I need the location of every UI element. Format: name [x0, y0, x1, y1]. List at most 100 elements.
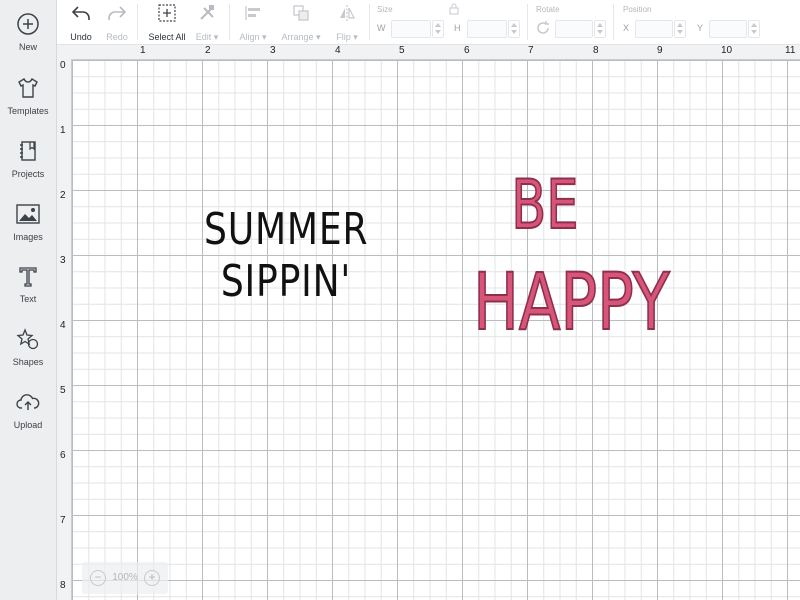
sidebar-item-projects[interactable]: Projects: [0, 139, 56, 195]
ruler-number: 1: [60, 125, 66, 136]
select-all-icon: [145, 4, 189, 30]
sidebar-item-label: Upload: [13, 420, 43, 430]
zoom-in-button[interactable]: +: [144, 570, 160, 586]
rotate-icon: [535, 20, 551, 41]
text-line: SUMMER: [204, 204, 369, 255]
ruler-number: 8: [60, 580, 66, 591]
position-x-field[interactable]: [635, 20, 673, 38]
ruler-number: 6: [60, 450, 66, 461]
height-stepper[interactable]: [508, 20, 520, 38]
width-field[interactable]: [391, 20, 431, 38]
arrange-icon: [275, 4, 327, 30]
flip-icon: [329, 4, 365, 30]
tshirt-icon: [0, 76, 56, 104]
redo-button[interactable]: Redo: [97, 0, 137, 44]
ruler-number: 7: [528, 45, 534, 56]
ruler-number: 4: [60, 320, 66, 331]
ruler-number: 8: [593, 45, 599, 56]
ruler-number: 0: [60, 60, 66, 71]
redo-icon: [97, 4, 137, 30]
position-x-stepper[interactable]: [674, 20, 686, 38]
edit-label: Edit ▾: [195, 32, 219, 42]
toolbar-divider: [137, 4, 138, 40]
toolbar-divider: [613, 4, 614, 40]
notebook-icon: [0, 139, 56, 167]
y-label: Y: [697, 23, 704, 33]
rotate-field[interactable]: [555, 20, 593, 38]
ruler-number: 1: [140, 45, 146, 56]
sidebar-item-images[interactable]: Images: [0, 202, 56, 258]
position-y-stepper[interactable]: [748, 20, 760, 38]
rotate-stepper[interactable]: [594, 20, 606, 38]
sidebar-item-label: New: [18, 42, 37, 52]
text-line: SIPPIN': [220, 256, 352, 307]
ruler-number: 3: [270, 45, 276, 56]
design-canvas-grid[interactable]: [72, 60, 800, 600]
zoom-level: 100%: [112, 572, 138, 583]
arrange-dropdown[interactable]: Arrange ▾: [275, 0, 327, 44]
edit-tools-icon: [189, 4, 225, 30]
toolbar-divider: [527, 4, 528, 40]
x-label: X: [623, 23, 630, 33]
sidebar-item-label: Shapes: [12, 357, 44, 367]
ruler-number: 7: [60, 515, 66, 526]
ruler-number: 2: [205, 45, 211, 56]
edit-dropdown[interactable]: Edit ▾: [189, 0, 225, 44]
undo-icon: [61, 4, 101, 30]
cloud-upload-icon: [0, 390, 56, 418]
toolbar-divider: [369, 4, 370, 40]
sidebar-item-text[interactable]: Text: [0, 264, 56, 320]
size-group-label: Size: [377, 5, 393, 14]
toolbar-divider: [229, 4, 230, 40]
flip-dropdown[interactable]: Flip ▾: [329, 0, 365, 44]
zoom-out-button[interactable]: −: [90, 570, 106, 586]
sidebar-item-label: Images: [13, 232, 43, 242]
sidebar-item-label: Text: [19, 294, 37, 304]
ruler-number: 10: [721, 45, 733, 56]
align-dropdown[interactable]: Align ▾: [233, 0, 273, 44]
ruler-number: 6: [464, 45, 470, 56]
lock-icon[interactable]: [448, 2, 460, 20]
select-all-label: Select All: [148, 32, 186, 42]
ruler-number: 5: [399, 45, 405, 56]
ruler-number: 3: [60, 255, 66, 266]
height-field[interactable]: [467, 20, 507, 38]
ruler-number: 5: [60, 385, 66, 396]
zoom-control: − 100% +: [82, 562, 168, 594]
text-line: HAPPY: [472, 258, 670, 348]
left-sidebar: New Templates Projects Images Text Shape…: [0, 0, 57, 600]
sidebar-item-templates[interactable]: Templates: [0, 76, 56, 132]
position-group-label: Position: [623, 5, 652, 14]
ruler-number: 4: [335, 45, 341, 56]
ruler-number: 9: [657, 45, 663, 56]
width-label: W: [377, 23, 386, 33]
left-ruler: 0 1 2 3 4 5 6 7 8: [57, 59, 72, 600]
redo-label: Redo: [106, 32, 128, 42]
undo-button[interactable]: Undo: [61, 0, 101, 44]
text-be[interactable]: BE: [511, 171, 580, 241]
position-y-field[interactable]: [709, 20, 747, 38]
text-t-icon: [0, 264, 56, 292]
plus-circle-icon: [0, 12, 56, 40]
image-icon: [0, 202, 56, 230]
top-toolbar: Undo Redo Select All Edit ▾ Align ▾ Arra…: [57, 0, 800, 45]
rotate-group-label: Rotate: [536, 5, 560, 14]
align-label: Align ▾: [239, 32, 267, 42]
ruler-number: 2: [60, 190, 66, 201]
height-label: H: [454, 23, 461, 33]
undo-label: Undo: [70, 32, 92, 42]
arrange-label: Arrange ▾: [281, 32, 321, 42]
sidebar-item-upload[interactable]: Upload: [0, 390, 56, 446]
sidebar-item-label: Templates: [7, 106, 49, 116]
top-ruler: 1 2 3 4 5 6 7 8 9 10 11: [57, 45, 800, 60]
ruler-number: 11: [785, 45, 796, 56]
align-icon: [233, 4, 273, 30]
text-summer-sippin[interactable]: SUMMER SIPPIN': [204, 208, 368, 304]
select-all-button[interactable]: Select All: [145, 0, 189, 44]
sidebar-item-label: Projects: [11, 169, 45, 179]
sidebar-item-shapes[interactable]: Shapes: [0, 327, 56, 383]
shapes-icon: [0, 327, 56, 355]
sidebar-item-new[interactable]: New: [0, 12, 56, 68]
width-stepper[interactable]: [432, 20, 444, 38]
text-happy[interactable]: HAPPY: [472, 263, 670, 343]
